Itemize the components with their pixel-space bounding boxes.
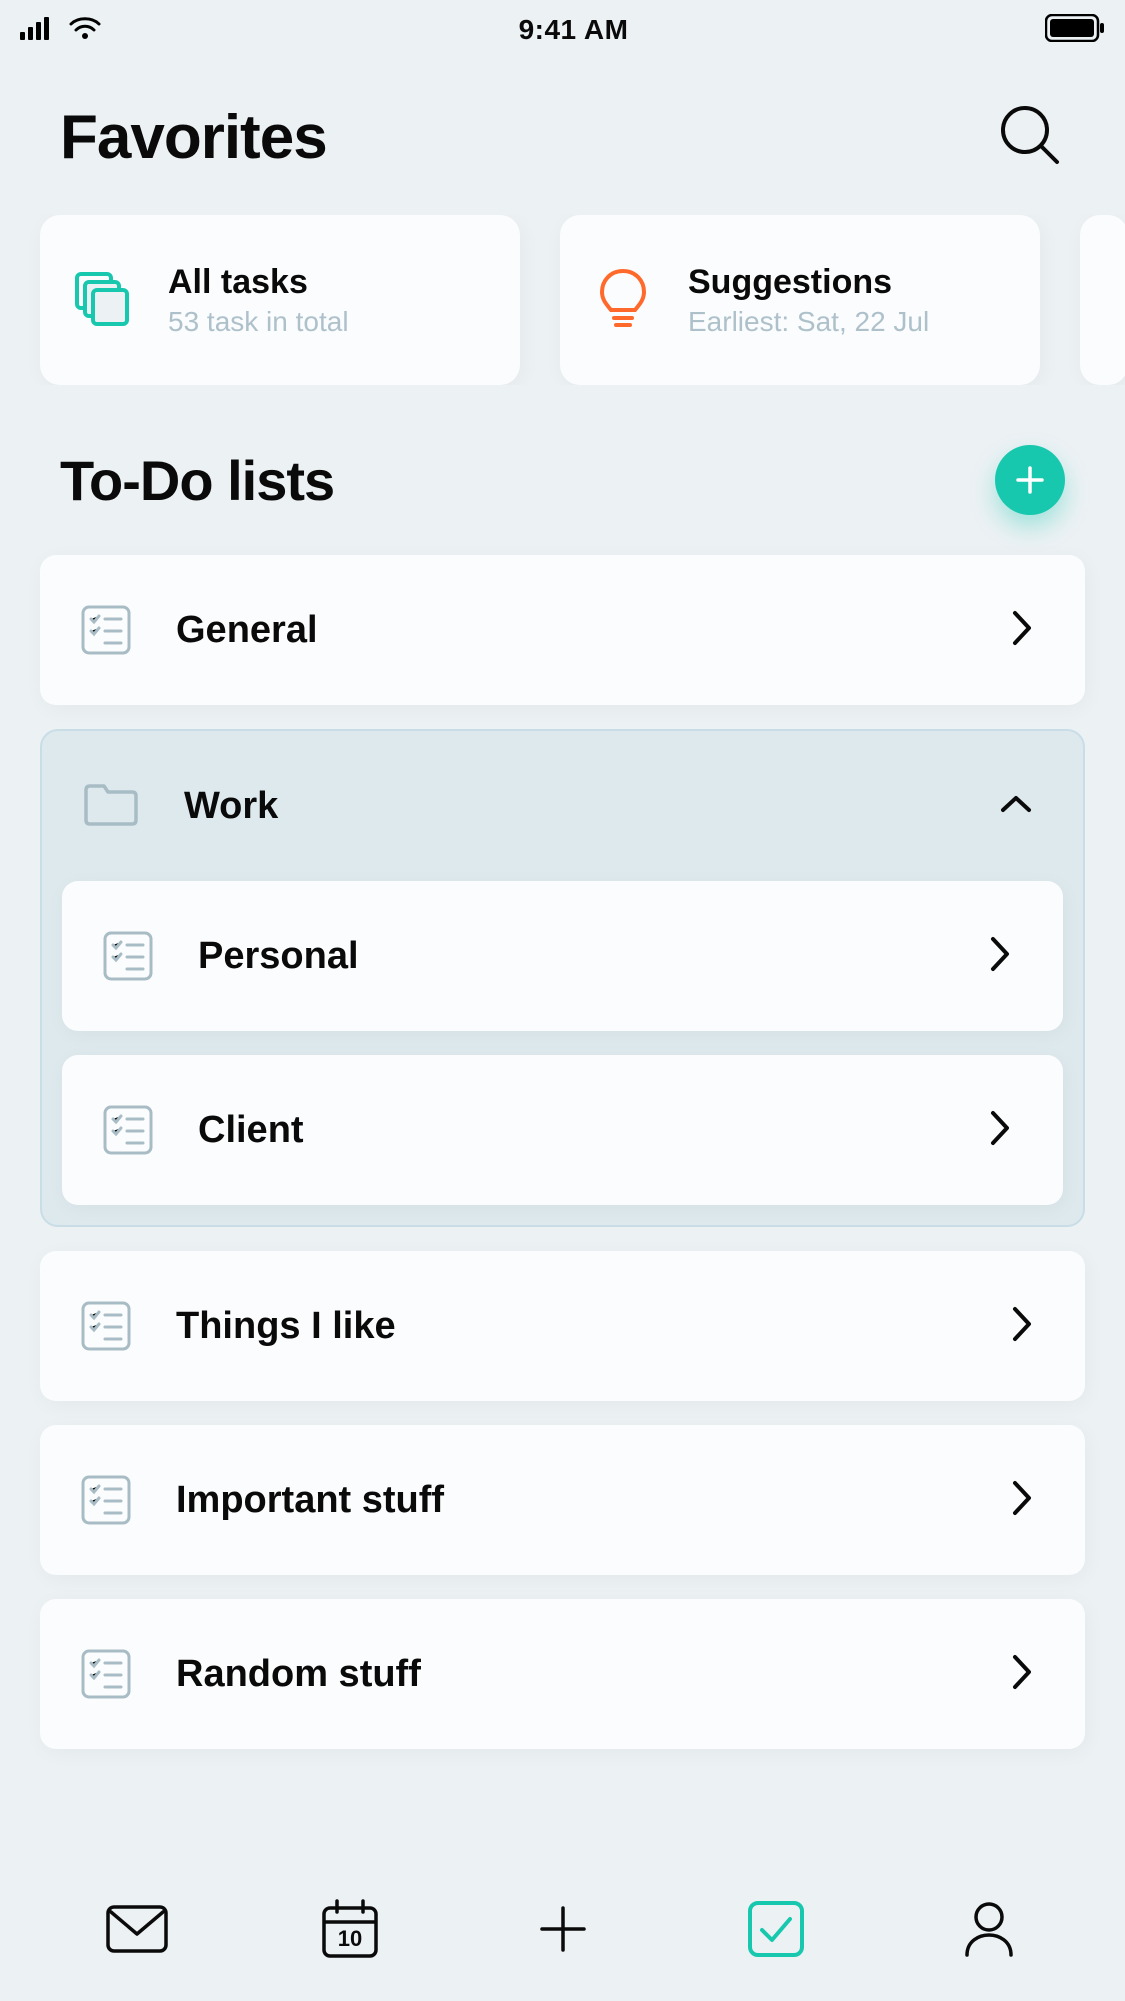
fav-card-title: Suggestions bbox=[688, 263, 929, 302]
add-list-button[interactable] bbox=[995, 445, 1065, 515]
signal-icon bbox=[20, 16, 54, 45]
plus-icon bbox=[536, 1902, 590, 1961]
status-time: 9:41 AM bbox=[519, 14, 629, 46]
fav-card-title: All tasks bbox=[168, 263, 349, 302]
list-label: Client bbox=[198, 1109, 945, 1152]
checklist-icon bbox=[80, 1300, 132, 1352]
mail-icon bbox=[105, 1904, 169, 1959]
check-icon bbox=[746, 1899, 806, 1964]
tab-calendar[interactable]: 10 bbox=[315, 1896, 385, 1966]
lightbulb-icon bbox=[588, 267, 658, 333]
favorites-cards: All tasks 53 task in total Suggestions E… bbox=[0, 215, 1125, 385]
list-label: Random stuff bbox=[176, 1653, 967, 1696]
folder-icon bbox=[82, 780, 140, 833]
list-row-general[interactable]: General bbox=[40, 555, 1085, 705]
tab-profile[interactable] bbox=[954, 1896, 1024, 1966]
list-label: General bbox=[176, 609, 967, 652]
wifi-icon bbox=[68, 16, 102, 45]
chevron-right-icon bbox=[1011, 1653, 1035, 1696]
fav-card-subtitle: Earliest: Sat, 22 Jul bbox=[688, 306, 929, 338]
chevron-right-icon bbox=[989, 1109, 1013, 1152]
folder-work: Work Personal Client bbox=[40, 729, 1085, 1227]
fav-card-subtitle: 53 task in total bbox=[168, 306, 349, 338]
list-row-important-stuff[interactable]: Important stuff bbox=[40, 1425, 1085, 1575]
chevron-right-icon bbox=[1011, 1479, 1035, 1522]
chevron-right-icon bbox=[989, 935, 1013, 978]
tab-tasks[interactable] bbox=[741, 1896, 811, 1966]
section-title: To-Do lists bbox=[60, 448, 334, 513]
stack-icon bbox=[68, 268, 138, 332]
tab-add[interactable] bbox=[528, 1896, 598, 1966]
tab-inbox[interactable] bbox=[102, 1896, 172, 1966]
checklist-icon bbox=[80, 1474, 132, 1526]
checklist-icon bbox=[102, 930, 154, 982]
battery-icon bbox=[1045, 14, 1105, 47]
list-label: Important stuff bbox=[176, 1479, 967, 1522]
page-title: Favorites bbox=[60, 102, 327, 173]
chevron-right-icon bbox=[1011, 1305, 1035, 1348]
list-label: Things I like bbox=[176, 1305, 967, 1348]
status-right bbox=[1045, 14, 1105, 47]
folder-header[interactable]: Work bbox=[42, 731, 1083, 881]
svg-text:10: 10 bbox=[337, 1926, 361, 1951]
header: Favorites bbox=[0, 60, 1125, 215]
fav-card-all-tasks[interactable]: All tasks 53 task in total bbox=[40, 215, 520, 385]
section-header: To-Do lists bbox=[0, 385, 1125, 545]
list-row-random-stuff[interactable]: Random stuff bbox=[40, 1599, 1085, 1749]
list-label: Personal bbox=[198, 935, 945, 978]
person-icon bbox=[961, 1899, 1017, 1964]
fav-card-peek[interactable] bbox=[1080, 215, 1125, 385]
chevron-right-icon bbox=[1011, 609, 1035, 652]
tab-bar: 10 bbox=[0, 1861, 1125, 2001]
folder-label: Work bbox=[184, 785, 955, 828]
list-row-personal[interactable]: Personal bbox=[62, 881, 1063, 1031]
checklist-icon bbox=[80, 1648, 132, 1700]
checklist-icon bbox=[80, 604, 132, 656]
fav-card-suggestions[interactable]: Suggestions Earliest: Sat, 22 Jul bbox=[560, 215, 1040, 385]
status-bar: 9:41 AM bbox=[0, 0, 1125, 60]
calendar-icon: 10 bbox=[320, 1898, 380, 1965]
search-icon[interactable] bbox=[995, 100, 1065, 175]
list-row-client[interactable]: Client bbox=[62, 1055, 1063, 1205]
todo-lists: General Work Personal bbox=[0, 545, 1125, 1749]
list-row-things-i-like[interactable]: Things I like bbox=[40, 1251, 1085, 1401]
status-left bbox=[20, 16, 102, 45]
chevron-up-icon bbox=[999, 793, 1033, 820]
checklist-icon bbox=[102, 1104, 154, 1156]
